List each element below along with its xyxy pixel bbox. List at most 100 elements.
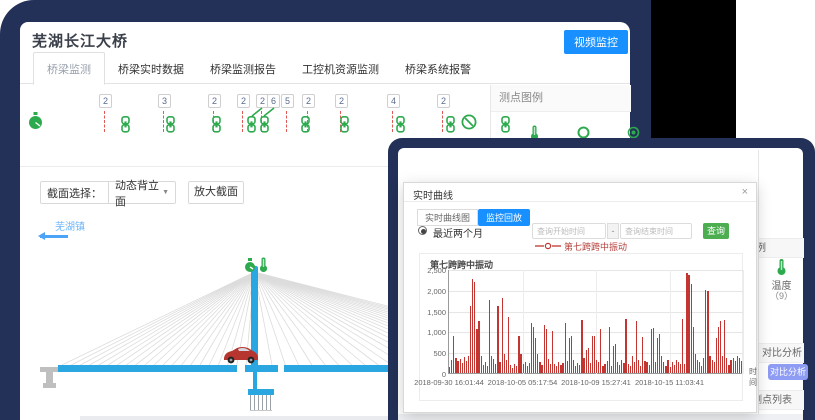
chart-bar [649,365,650,373]
recent-two-months-radio[interactable] [418,226,427,235]
thermometer-icon[interactable] [258,257,269,273]
chart-bar [680,364,681,373]
query-start-input[interactable] [532,223,606,239]
sensor-count-badge[interactable]: 5 [281,94,294,108]
chart-bar [693,327,694,373]
chart-bar [741,361,742,374]
link-sensor-icon[interactable] [246,116,257,133]
chart-bar [625,319,626,373]
link-sensor-icon[interactable] [165,116,176,133]
chart-bar [657,338,658,373]
chart-bar [596,360,597,373]
chart-bar [682,319,683,373]
chart-bar [462,363,463,373]
chart-bar [495,364,496,373]
sensor-count-badge[interactable]: 2 [302,94,315,108]
chart-bar [728,365,729,373]
chart-bar [623,363,624,373]
link-sensor-icon[interactable] [395,116,406,133]
sensor-count-badge[interactable]: 3 [158,94,171,108]
main-tabs: 桥梁监测桥梁实时数据桥梁监测报告工控机资源监测桥梁系统报警 [20,52,630,84]
chart-bar [537,354,538,373]
compare-analysis-button[interactable]: 对比分析 [768,364,808,380]
section-select[interactable]: 动态背立面 ▼ [108,182,175,203]
y-tick-label: 1,500 [413,308,446,317]
chart-bar [699,362,700,373]
sensor-count-badge[interactable]: 2 [437,94,450,108]
sensor-strip: 23222652242 [20,84,490,146]
link-sensor-icon[interactable] [300,116,311,133]
chart-legend[interactable]: 第七跨跨中振动 [404,241,758,251]
chart-bar [611,366,612,374]
chart-plot: 时间 05001,0001,5002,0002,5002018-09-30 16… [448,270,742,374]
tab-桥梁系统报警[interactable]: 桥梁系统报警 [392,53,484,84]
dialog-header: 实时曲线 × [404,183,756,202]
chart-bar [714,362,715,373]
tab-桥梁监测报告[interactable]: 桥梁监测报告 [197,53,289,84]
chart-bar [487,366,488,374]
video-monitor-button[interactable]: 视频监控 [564,30,628,54]
stopwatch-icon[interactable] [244,258,256,273]
chart-bar [579,365,580,373]
chart-bar [470,306,471,373]
chart-bar [506,360,507,373]
legend-label: 第七跨跨中振动 [564,240,627,253]
ban-icon[interactable] [461,114,477,130]
y-tick-label: 2,500 [413,266,446,275]
link-sensor-icon[interactable] [445,116,456,133]
chart-bar [527,366,528,373]
sensor-count-badge[interactable]: 2 [99,94,112,108]
legend-panel-title: 测点图例 [491,85,631,112]
chart-bar [518,336,519,373]
chart-bar [644,361,645,374]
query-end-input[interactable] [620,223,692,239]
stopwatch-icon[interactable] [28,112,43,130]
chart-bar [638,360,639,373]
section-select-group: 截面选择： 动态背立面 ▼ [40,181,176,204]
gridline [523,270,524,374]
chart-bar [659,334,660,374]
chart-bar [525,362,526,373]
enlarge-section-button[interactable]: 放大截面 [188,181,244,204]
chart-bar [520,354,521,373]
tab-桥梁实时数据[interactable]: 桥梁实时数据 [105,53,197,84]
x-tick-label: 2018-10-05 05:17:54 [481,378,565,387]
chart-bar [718,327,719,373]
chart-bar [457,361,458,373]
tower-sensors[interactable] [244,257,284,273]
chart-bar [541,365,542,373]
link-sensor-icon[interactable] [211,116,222,133]
sensor-count-badge[interactable]: 4 [387,94,400,108]
chart-bar [485,362,486,373]
tab-工控机资源监测[interactable]: 工控机资源监测 [289,53,392,84]
chart-bar [712,360,713,373]
chart-bar [451,360,452,373]
tab-桥梁监测[interactable]: 桥梁监测 [33,52,105,85]
chart-bar [735,361,736,373]
chart-bar [697,360,698,373]
chart-bar [670,367,671,373]
x-tick-label: 2018-10-15 11:03:41 [628,378,712,387]
chart-bar [514,364,515,373]
chart-bar [567,361,568,374]
section-select-label: 截面选择： [41,185,108,201]
gridline [743,270,744,374]
chart-bar [493,359,494,373]
sensor-count-badge[interactable]: 2 [335,94,348,108]
chart-bar [474,282,475,374]
chart-bar [739,358,740,373]
chart-bar [600,329,601,373]
query-button[interactable]: 查询 [703,223,729,239]
chart-bar [655,362,656,373]
chart-bar [586,350,587,373]
link-sensor-icon[interactable] [339,116,350,133]
chart-bar [640,366,641,373]
y-tick-label: 500 [413,349,446,358]
link-sensor-icon[interactable] [120,116,131,133]
close-icon[interactable]: × [742,186,748,198]
chart-bar [674,365,675,373]
abutment-base [43,383,56,388]
chart-bar [613,346,614,373]
sensor-count-badge[interactable]: 2 [208,94,221,108]
link-sensor-icon[interactable] [259,116,270,133]
